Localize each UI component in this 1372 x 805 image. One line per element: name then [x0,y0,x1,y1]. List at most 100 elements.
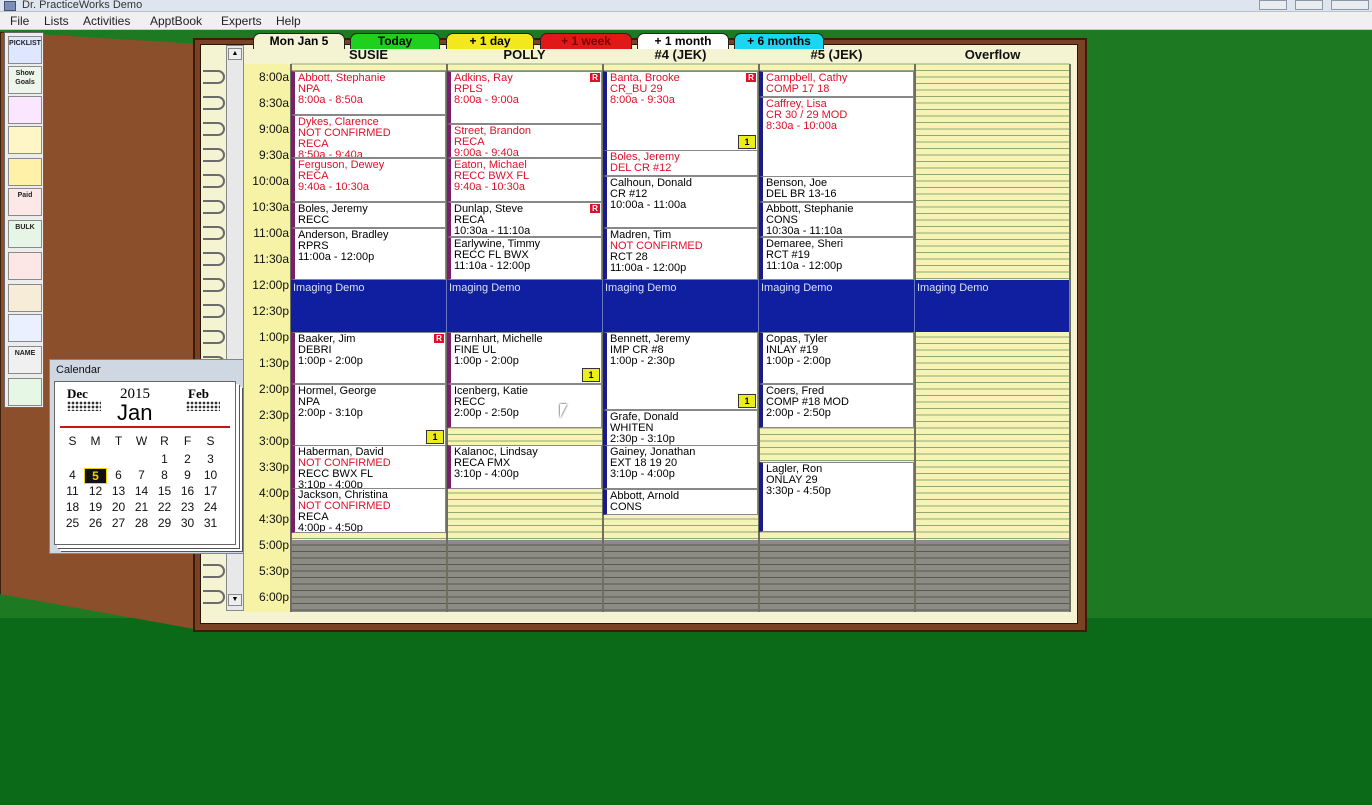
calendar-prev-mini-icon[interactable] [67,401,101,411]
bulk-mail-button[interactable]: BULK [8,220,42,248]
appointment-card[interactable]: Copas, Tyler INLAY #19 1:00p - 2:00p [759,332,914,384]
calendar-day[interactable]: 7 [130,468,153,482]
calendar-day[interactable]: 12 [84,484,107,498]
menu-file[interactable]: File [10,14,29,28]
appointment-card[interactable]: Jackson, Christina NOT CONFIRMED RECA 4:00p… [291,488,446,533]
calendar-day[interactable]: 11 [61,484,84,498]
appointment-card[interactable]: Abbott, Stephanie CONS 10:30a - 11:10a [759,202,914,237]
menu-apptbook[interactable]: ApptBook [150,14,202,28]
appointment-card[interactable]: Caffrey, Lisa CR 30 / 29 MOD 8:30a - 10:00… [759,97,914,177]
appointment-card[interactable]: Dykes, Clarence NOT CONFIRMED RECA 8:50a - … [291,115,446,158]
minimize-button[interactable] [1259,0,1287,10]
books-alt-button[interactable] [8,284,42,312]
calendar-day[interactable]: 1 [153,452,176,466]
list-sheet-button[interactable] [8,378,42,406]
appointment-card[interactable]: Earlywine, Timmy RECC FL BWX 11:10a - 12:0… [447,237,602,280]
calendar-day[interactable]: 26 [84,516,107,530]
appointment-card[interactable]: Eaton, Michael RECC BWX FL 9:40a - 10:30a [447,158,602,202]
calendar-day[interactable]: 23 [176,500,199,514]
calendar-day[interactable]: 4 [61,468,84,482]
calendar-next-month[interactable]: Feb [188,386,209,402]
appointment-card[interactable]: Grafe, Donald WHITEN 2:30p - 3:10p [603,410,758,446]
imaging-demo-block[interactable]: Imaging Demo [291,280,447,332]
menu-lists[interactable]: Lists [44,14,69,28]
appointment-card[interactable]: Street, Brandon RECA 9:00a - 9:40a [447,124,602,158]
imaging-demo-block[interactable]: Imaging Demo [759,280,915,332]
appointment-card[interactable]: Adkins, Ray RPLS 8:00a - 9:00a R [447,71,602,124]
appointment-card[interactable]: Kalanoc, Lindsay RECA FMX 3:10p - 4:00p [447,445,602,489]
maximize-button[interactable] [1295,0,1323,10]
appointment-card[interactable]: Gainey, Jonathan EXT 18 19 20 3:10p - 4:00… [603,445,758,489]
plus-week-tab[interactable]: + 1 week [540,33,632,49]
imaging-demo-block[interactable]: Imaging Demo [915,280,1070,332]
appointment-card[interactable]: Dunlap, Steve RECA 10:30a - 11:10a R [447,202,602,237]
phone-button[interactable] [8,158,42,186]
color-grid-button[interactable] [8,96,42,124]
scroll-up-button[interactable]: ▲ [228,48,242,60]
appointment-card[interactable]: Madren, Tim NOT CONFIRMED RCT 28 11:00a - 1… [603,228,758,280]
appointment-card[interactable]: Campbell, Cathy COMP 17 18 [759,71,914,97]
appointment-card[interactable]: Hormel, George NPA 2:00p - 3:10p 1 [291,384,446,446]
appointment-card[interactable]: Benson, Joe DEL BR 13-16 [759,176,914,202]
appointment-card[interactable]: Boles, Jeremy DEL CR #12 [603,150,758,176]
calendar-next-mini-icon[interactable] [186,401,220,411]
name-card-button[interactable]: NAME [8,346,42,374]
calendar-day[interactable]: 8 [153,468,176,482]
calendar-day[interactable]: 24 [199,500,222,514]
calendar-day[interactable]: 6 [107,468,130,482]
appointment-card[interactable]: Abbott, Arnold CONS [603,489,758,515]
goals-button[interactable]: Show Goals [8,66,42,94]
appointment-card[interactable]: Lagler, Ron ONLAY 29 3:30p - 4:50p [759,462,914,532]
calendar-day[interactable]: 20 [107,500,130,514]
calendar-day[interactable]: 14 [130,484,153,498]
calendar-day[interactable]: 21 [130,500,153,514]
appointment-card[interactable]: Coers, Fred COMP #18 MOD 2:00p - 2:50p [759,384,914,428]
note-icon[interactable]: 1 [426,430,444,444]
menu-activities[interactable]: Activities [83,14,130,28]
calendar-day[interactable]: 16 [176,484,199,498]
calendar-day[interactable]: 30 [176,516,199,530]
note-icon[interactable]: 1 [582,368,600,382]
calendar-day[interactable]: 27 [107,516,130,530]
appointment-card[interactable]: Abbott, Stephanie NPA 8:00a - 8:50a [291,71,446,115]
appointment-card[interactable]: Banta, Brooke CR_BU 29 8:00a - 9:30a R 1 [603,71,758,151]
calendar-day[interactable]: 3 [199,452,222,466]
appointment-card[interactable]: Bennett, Jeremy IMP CR #8 1:00p - 2:30p 1 [603,332,758,410]
calendar-day[interactable]: 28 [130,516,153,530]
books-button[interactable] [8,252,42,280]
calendar-day[interactable]: 29 [153,516,176,530]
calendar-day-selected[interactable]: 5 [84,468,107,484]
bar-chart-button[interactable] [8,126,42,154]
calendar-day[interactable]: 9 [176,468,199,482]
calendar-day[interactable]: 13 [107,484,130,498]
calendar-day[interactable]: 17 [199,484,222,498]
calendar-day[interactable]: 22 [153,500,176,514]
appointment-card[interactable]: Baaker, Jim DEBRI 1:00p - 2:00p R [291,332,446,384]
picklist-button[interactable]: PICKLIST [8,36,42,64]
note-icon[interactable]: 1 [738,394,756,408]
appointment-card[interactable]: Calhoun, Donald CR #12 10:00a - 11:00a [603,176,758,228]
appointment-card[interactable]: Boles, Jeremy RECC [291,202,446,228]
calendar-window[interactable]: Calendar Dec 2015 Jan Feb SMTWRFS1234567… [49,359,244,554]
handheld-button[interactable] [8,314,42,342]
close-button[interactable] [1331,0,1369,10]
appointment-card[interactable]: Ferguson, Dewey RECA 9:40a - 10:30a [291,158,446,202]
appointment-card[interactable]: Icenberg, Katie RECC 2:00p - 2:50p [447,384,602,428]
scroll-down-button[interactable]: ▼ [228,594,242,606]
calendar-day[interactable]: 19 [84,500,107,514]
calendar-prev-month[interactable]: Dec [67,386,88,402]
calendar-day[interactable]: 15 [153,484,176,498]
calendar-day[interactable]: 18 [61,500,84,514]
imaging-demo-block[interactable]: Imaging Demo [603,280,759,332]
calendar-day[interactable]: 10 [199,468,222,482]
appointment-card[interactable]: Barnhart, Michelle FINE UL 1:00p - 2:00p 1 [447,332,602,384]
appointment-card[interactable]: Anderson, Bradley RPRS 11:00a - 12:00p [291,228,446,280]
menu-experts[interactable]: Experts [221,14,262,28]
menu-help[interactable]: Help [276,14,301,28]
calendar-day[interactable]: 2 [176,452,199,466]
calendar-day[interactable]: 31 [199,516,222,530]
note-icon[interactable]: 1 [738,135,756,149]
imaging-demo-block[interactable]: Imaging Demo [447,280,603,332]
calendar-day[interactable]: 25 [61,516,84,530]
appointment-card[interactable]: Demaree, Sheri RCT #19 11:10a - 12:00p [759,237,914,280]
